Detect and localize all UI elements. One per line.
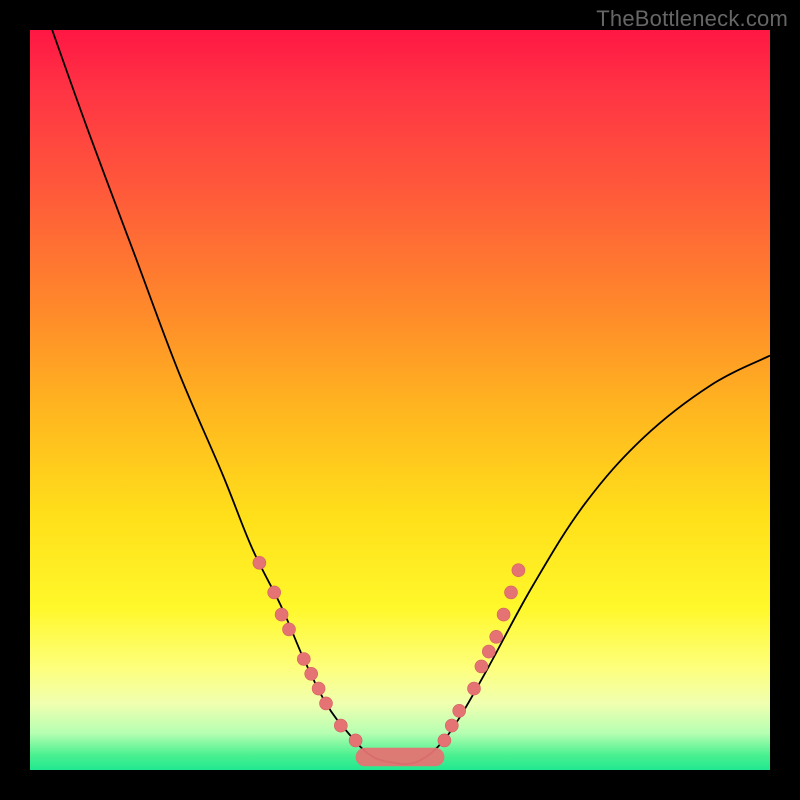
sample-point <box>497 608 510 621</box>
sample-point <box>453 704 466 717</box>
sample-point <box>268 586 281 599</box>
sample-point <box>512 564 525 577</box>
chart-frame: TheBottleneck.com <box>0 0 800 800</box>
sample-point <box>475 660 488 673</box>
sample-point <box>334 719 347 732</box>
sample-point <box>482 645 495 658</box>
sample-point <box>297 653 310 666</box>
sample-point <box>505 586 518 599</box>
sample-point <box>320 697 333 710</box>
sample-point <box>490 630 503 643</box>
sample-point <box>349 734 362 747</box>
sample-point <box>468 682 481 695</box>
sample-point <box>312 682 325 695</box>
bottom-ribbon-group <box>356 748 445 767</box>
sample-point <box>438 734 451 747</box>
sample-point <box>253 556 266 569</box>
plot-area <box>30 30 770 770</box>
chart-svg <box>30 30 770 770</box>
sample-point <box>305 667 318 680</box>
bottom-ribbon <box>356 748 445 767</box>
sample-points-group <box>253 556 525 747</box>
watermark-text: TheBottleneck.com <box>596 6 788 32</box>
sample-point <box>445 719 458 732</box>
sample-point <box>283 623 296 636</box>
bottleneck-curve <box>52 30 770 764</box>
sample-point <box>275 608 288 621</box>
